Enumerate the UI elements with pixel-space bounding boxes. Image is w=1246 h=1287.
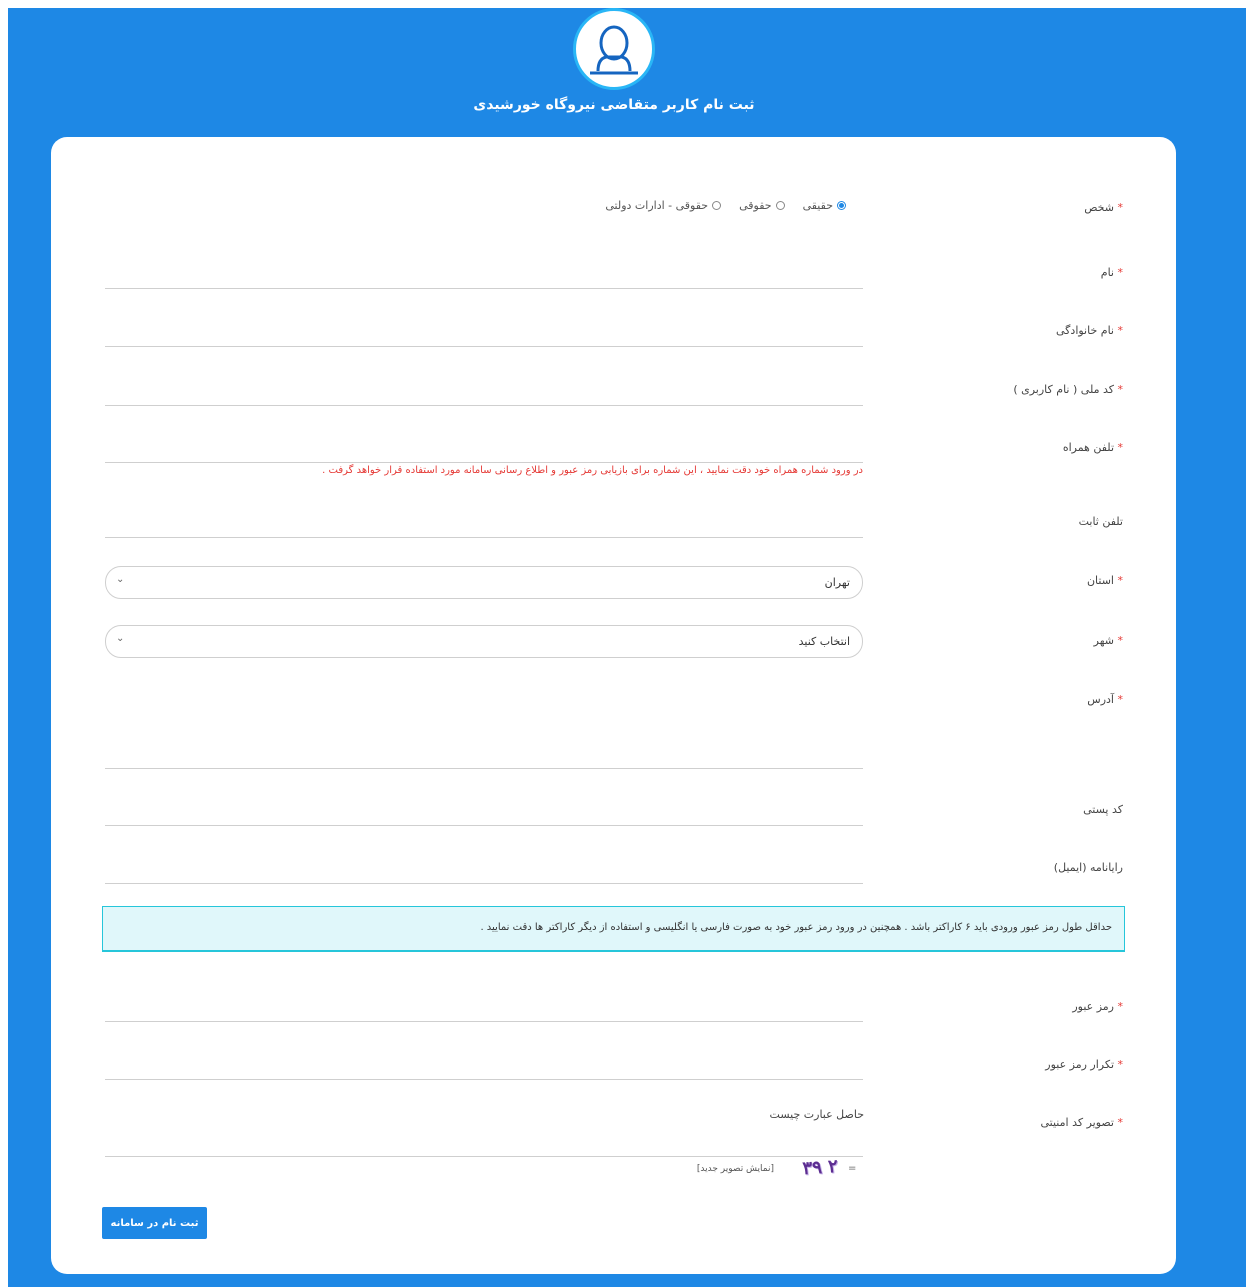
address-label: * آدرس (1087, 693, 1123, 706)
radio-checked-icon (837, 201, 846, 210)
province-selected-value: تهران (824, 576, 850, 589)
person-type-radio-group: حقیقی حقوقی حقوقی - ادارات دولتی (605, 199, 846, 212)
register-submit-button[interactable]: ثبت نام در سامانه (102, 1207, 207, 1239)
password-input[interactable] (105, 1000, 863, 1022)
password-label: * رمز عبور (1072, 1000, 1123, 1013)
captcha-question: حاصل عبارت چیست (769, 1108, 864, 1121)
captcha-input[interactable] (105, 1135, 863, 1157)
last-name-label: * نام خانوادگی (1056, 324, 1123, 337)
captcha-equals-sign: = (848, 1163, 857, 1174)
page-title: ثبت نام کاربر متقاضی نیروگاه خورشیدی (473, 97, 755, 113)
captcha-image: ۲ ۳۹ (801, 1155, 839, 1180)
postal-code-input[interactable] (105, 804, 863, 826)
city-select[interactable]: انتخاب کنید ⌄ (105, 625, 863, 658)
radio-unchecked-icon (775, 201, 785, 210)
user-icon (573, 8, 655, 90)
province-label: * استان (1086, 574, 1123, 587)
person-type-label: * شخص (1084, 201, 1123, 214)
address-textarea[interactable] (105, 690, 863, 769)
last-name-input[interactable] (105, 325, 863, 347)
first-name-label: * نام (1100, 266, 1123, 279)
city-label: * شهر (1093, 634, 1123, 647)
phone-label: تلفن ثابت (1078, 515, 1123, 528)
radio-government-office[interactable]: حقوقی - ادارات دولتی (605, 199, 722, 212)
radio-legal-person[interactable]: حقوقی (739, 199, 785, 212)
email-label: رایانامه (ایمیل) (1053, 861, 1123, 874)
province-select[interactable]: تهران ⌄ (105, 566, 863, 599)
radio-natural-person[interactable]: حقیقی (803, 199, 846, 212)
password-repeat-label: * تکرار رمز عبور (1045, 1058, 1123, 1071)
city-selected-value: انتخاب کنید (798, 635, 850, 648)
password-info-alert: حداقل طول رمز عبور ورودی باید ۶ کاراکتر … (102, 906, 1125, 952)
chevron-down-icon: ⌄ (116, 574, 125, 585)
chevron-down-icon: ⌄ (116, 633, 125, 644)
email-input[interactable] (105, 862, 863, 884)
captcha-refresh-link[interactable]: [نمایش تصویر جدید] (697, 1164, 774, 1174)
captcha-label: * تصویر کد امنیتی (1040, 1116, 1124, 1129)
mobile-input[interactable] (105, 441, 863, 463)
mobile-label: * تلفن همراه (1062, 441, 1123, 454)
mobile-warning-text: در ورود شماره همراه خود دقت نمایید ، این… (322, 465, 863, 476)
password-repeat-input[interactable] (105, 1058, 863, 1080)
postal-code-label: کد پستی (1083, 803, 1123, 816)
phone-input[interactable] (105, 516, 863, 538)
first-name-input[interactable] (105, 267, 863, 289)
radio-unchecked-icon (712, 201, 722, 210)
national-code-input[interactable] (105, 384, 863, 406)
national-code-label: * کد ملی ( نام کاربری ) (1013, 383, 1123, 396)
